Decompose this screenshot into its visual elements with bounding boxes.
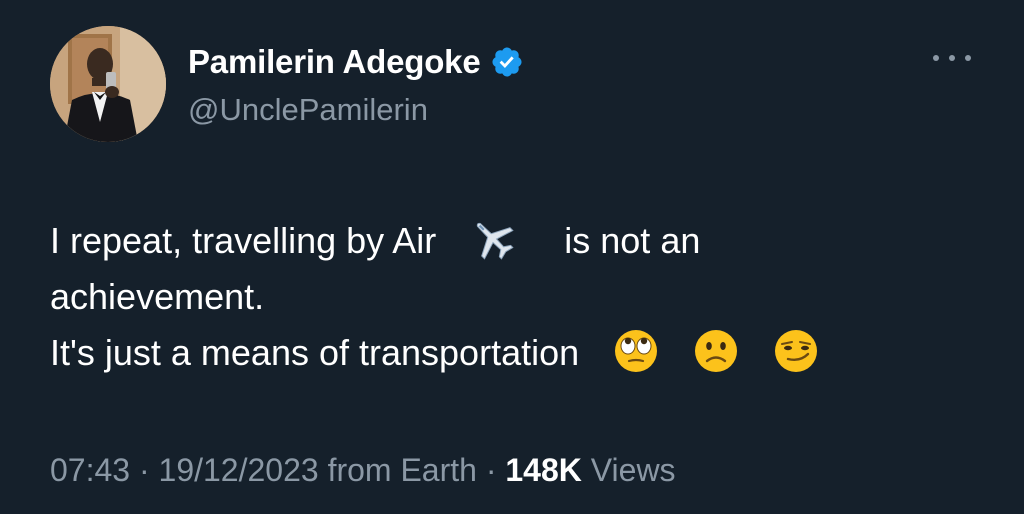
more-options-icon[interactable] — [933, 48, 971, 68]
author-handle[interactable]: @UnclePamilerin — [188, 92, 428, 128]
avatar-photo-icon — [50, 26, 166, 142]
more-dot — [949, 55, 955, 61]
tweet-card: Pamilerin Adegoke @UnclePamilerin I repe… — [0, 0, 1024, 514]
avatar[interactable] — [50, 26, 166, 142]
tweet-metadata: 07:43 · 19/12/2023 from Earth · 148K Vie… — [50, 452, 676, 489]
meta-separator: · — [476, 452, 506, 488]
tweet-line-2: achievement. — [50, 276, 265, 317]
author-display-name[interactable]: Pamilerin Adegoke — [188, 43, 481, 81]
views-count[interactable]: 148K — [505, 452, 582, 488]
tweet-line-3-text: It's just a means of transportation — [50, 332, 580, 373]
airplane-emoji-icon — [470, 216, 516, 262]
slightly-frowning-face-emoji-icon — [693, 328, 739, 374]
tweet-line-1: I repeat, travelling by Air is not an — [50, 213, 990, 269]
tweet-time[interactable]: 07:43 — [50, 452, 130, 488]
meta-separator: · — [130, 452, 159, 488]
tweet-line-1-end: is not an — [564, 220, 701, 261]
more-dot — [965, 55, 971, 61]
smirking-face-emoji-icon — [773, 328, 819, 374]
more-dot — [933, 55, 939, 61]
tweet-text: I repeat, travelling by Air is not an ac… — [50, 213, 990, 381]
tweet-line-1-start: I repeat, travelling by Air — [50, 220, 437, 261]
tweet-date[interactable]: 19/12/2023 — [159, 452, 319, 488]
verified-badge-icon — [490, 45, 524, 79]
face-with-rolling-eyes-emoji-icon — [613, 328, 659, 374]
tweet-line-3: It's just a means of transportation — [50, 325, 990, 381]
views-label: Views — [581, 452, 676, 488]
author-name-row: Pamilerin Adegoke — [188, 42, 524, 82]
tweet-source: from Earth — [318, 452, 477, 488]
